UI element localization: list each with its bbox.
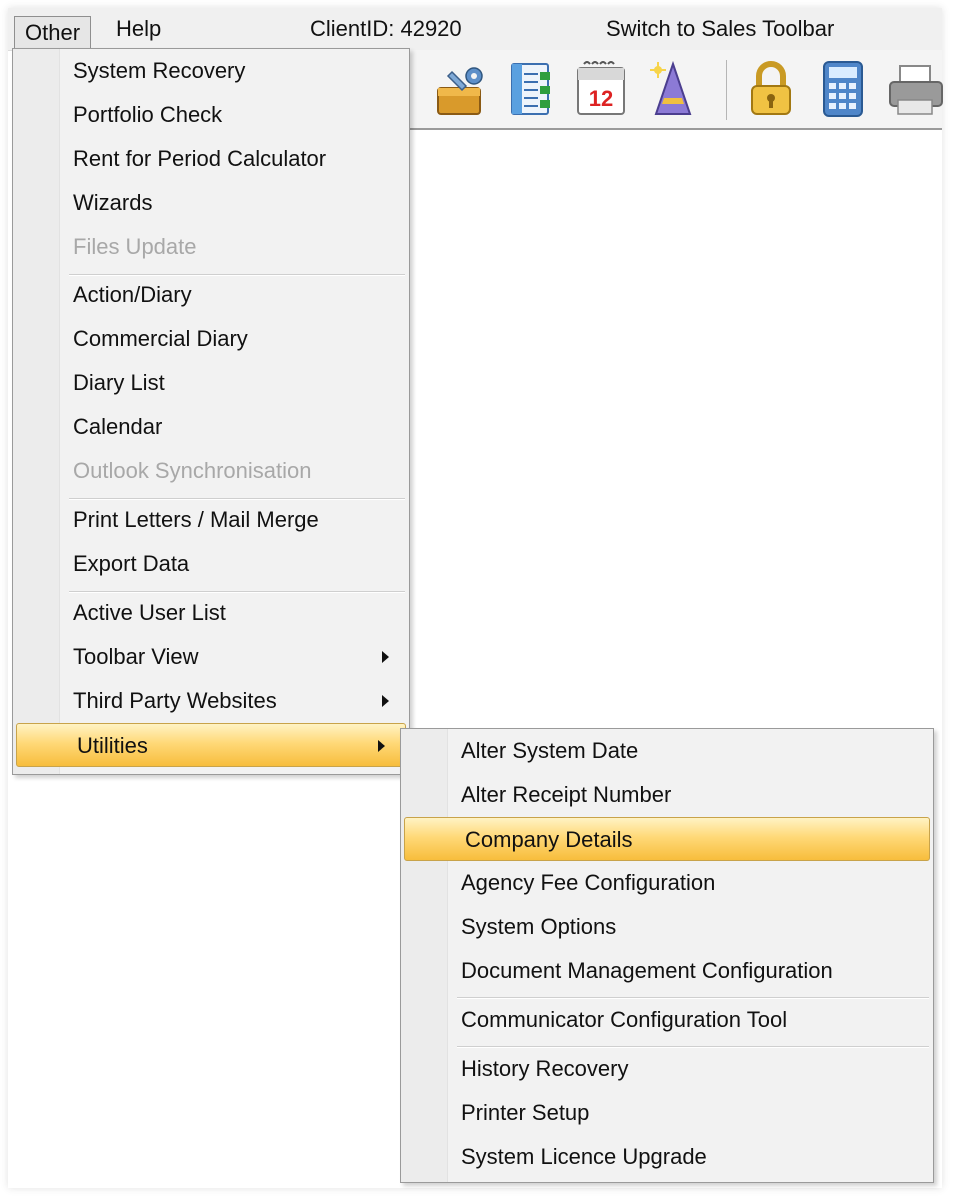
menu-item-label: Commercial Diary [73,326,248,351]
menu-item-label: History Recovery [461,1056,629,1081]
submenu-item-company-details[interactable]: Company Details [404,817,930,861]
calendar-icon[interactable]: 12 [572,58,630,120]
menu-item-label: Agency Fee Configuration [461,870,716,895]
menu-item-label: Wizards [73,190,153,215]
submenu-arrow-icon [382,651,389,663]
lock-icon[interactable] [742,58,800,120]
menu-item-label: Printer Setup [461,1100,590,1125]
submenu-item-history-recovery[interactable]: History Recovery [401,1047,933,1091]
menu-item-label: Utilities [77,733,148,758]
submenu-item-agency-fee-configuration[interactable]: Agency Fee Configuration [401,861,933,905]
menu-item-calendar[interactable]: Calendar [13,405,409,449]
menu-item-label: Print Letters / Mail Merge [73,507,319,532]
calculator-icon[interactable] [814,58,872,120]
other-menu: System Recovery Portfolio Check Rent for P… [12,48,410,775]
menu-help[interactable]: Help [116,14,161,44]
menu-item-label: Company Details [465,827,633,852]
menu-item-outlook-synchronisation[interactable]: Outlook Synchronisation [13,449,409,493]
menu-item-wizards[interactable]: Wizards [13,181,409,225]
submenu-arrow-icon [382,695,389,707]
client-id-label: ClientID: 42920 [310,16,462,41]
menu-item-label: Document Management Configuration [461,958,833,983]
submenu-item-printer-setup[interactable]: Printer Setup [401,1091,933,1135]
menu-item-utilities[interactable]: Utilities [16,723,406,767]
toolbox-icon[interactable] [432,58,490,120]
menu-item-label: Toolbar View [73,644,199,669]
switch-toolbar-link[interactable]: Switch to Sales Toolbar [606,14,834,44]
menu-item-label: Portfolio Check [73,102,223,127]
list-icon[interactable] [502,58,560,120]
utilities-submenu: Alter System Date Alter Receipt Number Com… [400,728,934,1183]
calendar-day-text: 12 [589,86,613,111]
menu-item-export-data[interactable]: Export Data [13,542,409,586]
submenu-item-system-licence-upgrade[interactable]: System Licence Upgrade [401,1135,933,1179]
menu-item-commercial-diary[interactable]: Commercial Diary [13,317,409,361]
menu-item-active-user-list[interactable]: Active User List [13,591,409,635]
menu-item-label: Alter System Date [461,738,639,763]
submenu-arrow-icon [378,740,385,752]
menu-item-label: System Licence Upgrade [461,1144,707,1169]
menu-item-label: System Recovery [73,58,246,83]
menu-bar: Other Help ClientID: 42920 Switch to Sal… [8,8,942,51]
menu-item-label: Third Party Websites [73,688,277,713]
menu-item-third-party-websites[interactable]: Third Party Websites [13,679,409,723]
menu-item-files-update[interactable]: Files Update [13,225,409,269]
menu-item-label: System Options [461,914,617,939]
menu-item-label: Action/Diary [73,282,192,307]
submenu-item-communicator-configuration-tool[interactable]: Communicator Configuration Tool [401,998,933,1042]
menu-item-label: Diary List [73,370,165,395]
submenu-item-alter-receipt-number[interactable]: Alter Receipt Number [401,773,933,817]
menu-item-toolbar-view[interactable]: Toolbar View [13,635,409,679]
submenu-item-system-options[interactable]: System Options [401,905,933,949]
toolbar: 12 [408,50,944,130]
submenu-item-document-management-configuration[interactable]: Document Management Configuration [401,949,933,993]
menu-item-portfolio-check[interactable]: Portfolio Check [13,93,409,137]
toolbar-separator [726,60,727,120]
menu-item-action-diary[interactable]: Action/Diary [13,273,409,317]
menu-item-diary-list[interactable]: Diary List [13,361,409,405]
menu-item-system-recovery[interactable]: System Recovery [13,49,409,93]
menu-item-label: Rent for Period Calculator [73,146,327,171]
menu-item-label: Calendar [73,414,163,439]
menu-item-label: Files Update [73,234,197,259]
wizard-icon[interactable] [644,58,702,120]
menu-item-label: Export Data [73,551,190,576]
menu-item-rent-for-period-calculator[interactable]: Rent for Period Calculator [13,137,409,181]
menu-item-print-letters-mail-merge[interactable]: Print Letters / Mail Merge [13,498,409,542]
menu-item-label: Active User List [73,600,226,625]
menu-other[interactable]: Other [14,16,92,50]
menu-item-label: Communicator Configuration Tool [461,1007,788,1032]
menu-item-label: Outlook Synchronisation [73,458,312,483]
menu-item-label: Alter Receipt Number [461,782,672,807]
submenu-item-alter-system-date[interactable]: Alter System Date [401,729,933,773]
printer-icon[interactable] [886,58,944,120]
